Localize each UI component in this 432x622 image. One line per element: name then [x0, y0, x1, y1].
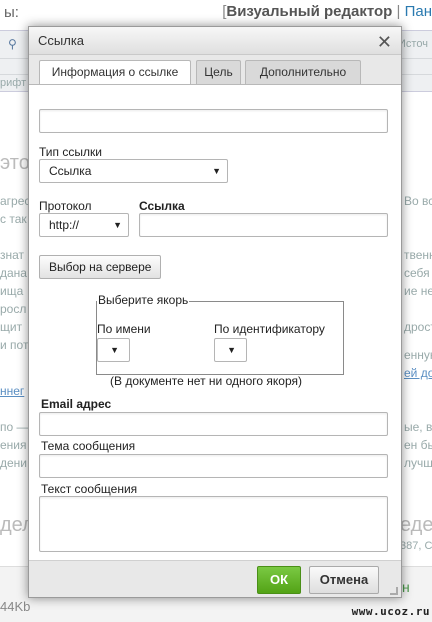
text-fragment: лучше — [404, 456, 432, 470]
chevron-down-icon: ▼ — [110, 345, 119, 355]
protocol-value: http:// — [49, 218, 80, 232]
watermark: www.ucoz.ru — [351, 605, 430, 618]
anchor-by-id-select[interactable]: ▼ — [214, 338, 247, 362]
url-input[interactable] — [139, 213, 388, 237]
anchor-fieldset: Выберите якорь По имени ▼ По идентификат… — [96, 293, 344, 375]
panel-link[interactable]: Пан — [405, 3, 432, 20]
email-label: Email адрес — [41, 397, 112, 411]
text-link-fragment[interactable]: ей до — [404, 366, 432, 380]
text-fragment: дени — [0, 456, 28, 470]
anchor-legend: Выберите якорь — [97, 293, 190, 307]
text-fragment: и пот — [0, 338, 29, 352]
text-fragment: ие не — [404, 284, 432, 298]
dialog-title: Ссылка — [38, 33, 85, 48]
email-input[interactable] — [39, 412, 388, 436]
body-label: Текст сообщения — [41, 482, 138, 496]
ok-button[interactable]: ОК — [257, 566, 301, 594]
text-fragment: агрес — [0, 194, 31, 208]
text-fragment: ые, в — [404, 420, 432, 434]
tab-advanced[interactable]: Дополнительно — [245, 60, 361, 84]
title-separator: | — [392, 3, 405, 20]
chevron-down-icon: ▼ — [113, 220, 122, 230]
dialog-titlebar[interactable]: Ссылка ✕ — [29, 27, 401, 55]
no-anchors-note: (В документе нет ни одного якоря) — [110, 374, 302, 388]
text-fragment: 387, С — [400, 540, 432, 552]
protocol-label: Протокол — [39, 199, 92, 213]
text-fragment: знат — [0, 248, 25, 262]
background-editor-title: [Визуальный редактор | Пан — [222, 3, 432, 20]
subject-input[interactable] — [39, 454, 388, 478]
link-dialog: Ссылка ✕ Информация о ссылке Цель Дополн… — [28, 26, 402, 598]
text-fragment: по — — [0, 420, 29, 434]
text-fragment: ения — [0, 438, 27, 452]
body-textarea[interactable] — [39, 496, 388, 552]
file-size: 44Kb — [0, 599, 31, 614]
close-icon[interactable]: ✕ — [377, 29, 392, 56]
link-type-select[interactable]: Ссылка ▼ — [39, 159, 228, 183]
protocol-select[interactable]: http:// ▼ — [39, 213, 129, 237]
text-fragment: дана — [0, 266, 27, 280]
text-fragment: дрост — [404, 320, 432, 334]
text-link-fragment[interactable]: ннег — [0, 384, 24, 398]
text-fragment: щит — [0, 320, 23, 334]
text-fragment: н — [402, 579, 410, 595]
text-fragment: енную — [404, 348, 432, 362]
text-fragment: себя — [404, 266, 430, 280]
cancel-button[interactable]: Отмена — [309, 566, 379, 594]
search-icon: ⚲ — [8, 37, 17, 51]
text-fragment: ен бы — [404, 438, 432, 452]
text-fragment: ища — [0, 284, 24, 298]
display-text-input[interactable] — [39, 109, 388, 133]
toolbar-font-fragment: рифт — [0, 77, 27, 89]
tab-link-info[interactable]: Информация о ссылке — [39, 60, 191, 85]
anchor-by-name-select[interactable]: ▼ — [97, 338, 130, 362]
text-fragment: твенно — [404, 248, 432, 262]
text-fragment: с так — [0, 212, 27, 226]
link-type-value: Ссылка — [49, 164, 92, 178]
url-label: Ссылка — [139, 199, 185, 213]
chevron-down-icon: ▼ — [227, 345, 236, 355]
anchor-by-name-label: По имени — [97, 322, 151, 336]
anchor-by-id-label: По идентификатору — [214, 322, 325, 336]
background-heading: еден — [400, 514, 432, 536]
editor-mode-label: Визуальный редактор — [226, 3, 393, 20]
background-heading: это — [0, 152, 30, 174]
subject-label: Тема сообщения — [41, 439, 136, 453]
browse-server-button[interactable]: Выбор на сервере — [39, 255, 162, 279]
text-fragment: росл — [0, 302, 27, 316]
resize-handle[interactable] — [390, 587, 398, 595]
tab-panel-link-info: Тип ссылки Ссылка ▼ Протокол http:// ▼ С… — [29, 84, 401, 561]
background-title-fragment: ы: — [4, 4, 19, 21]
link-type-label: Тип ссылки — [39, 145, 102, 159]
text-fragment: Во все — [404, 194, 432, 208]
chevron-down-icon: ▼ — [212, 166, 221, 176]
toolbar-source-fragment: Источ — [398, 38, 428, 50]
tab-target[interactable]: Цель — [196, 60, 241, 84]
dialog-footer: ОК Отмена — [29, 562, 401, 598]
